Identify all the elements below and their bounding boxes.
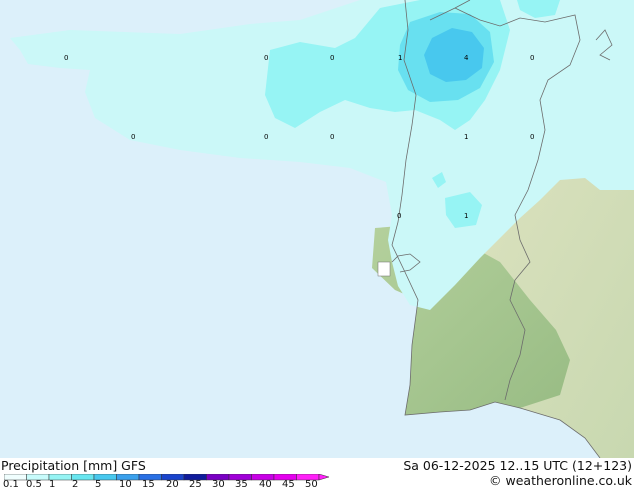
point-value: 0 bbox=[330, 54, 334, 62]
map-datetime: Sa 06-12-2025 12..15 UTC (12+123) bbox=[403, 458, 632, 473]
point-value: 0 bbox=[330, 133, 334, 141]
point-value: 0 bbox=[264, 54, 268, 62]
scale-tick-label: 30 bbox=[212, 479, 225, 490]
scale-tick-label: 45 bbox=[282, 479, 295, 490]
scale-tick-label: 50 bbox=[305, 479, 318, 490]
scale-tick-label: 15 bbox=[142, 479, 155, 490]
point-value: 0 bbox=[64, 54, 68, 62]
scale-tick-label: 35 bbox=[235, 479, 248, 490]
scale-tick-label: 10 bbox=[119, 479, 132, 490]
map-title: Precipitation [mm] GFS bbox=[1, 458, 146, 473]
point-value: 0 bbox=[530, 133, 534, 141]
point-value: 0 bbox=[264, 133, 268, 141]
point-value: 1 bbox=[398, 54, 402, 62]
scale-tick-label: 20 bbox=[166, 479, 179, 490]
precipitation-map: 0 0 0 1 4 0 0 0 0 1 0 0 1 bbox=[0, 0, 634, 458]
lisbon-marker bbox=[377, 261, 391, 277]
scale-tick-label: 25 bbox=[189, 479, 202, 490]
scale-tick-label: 5 bbox=[95, 479, 102, 490]
scale-tick-label: 0.1 bbox=[3, 479, 19, 490]
point-value: 0 bbox=[131, 133, 135, 141]
scale-tick-label: 0.5 bbox=[26, 479, 42, 490]
point-value: 1 bbox=[464, 133, 468, 141]
scale-tick-label: 1 bbox=[49, 479, 56, 490]
point-value: 1 bbox=[464, 212, 468, 220]
scale-tick-label: 40 bbox=[259, 479, 272, 490]
point-value: 0 bbox=[397, 212, 401, 220]
point-value: 0 bbox=[530, 54, 534, 62]
scale-tick-label: 2 bbox=[72, 479, 79, 490]
point-value: 4 bbox=[464, 54, 469, 62]
color-scale-labels: 0.1 0.5 1 2 5 10 15 20 25 30 35 40 45 50 bbox=[0, 479, 634, 490]
